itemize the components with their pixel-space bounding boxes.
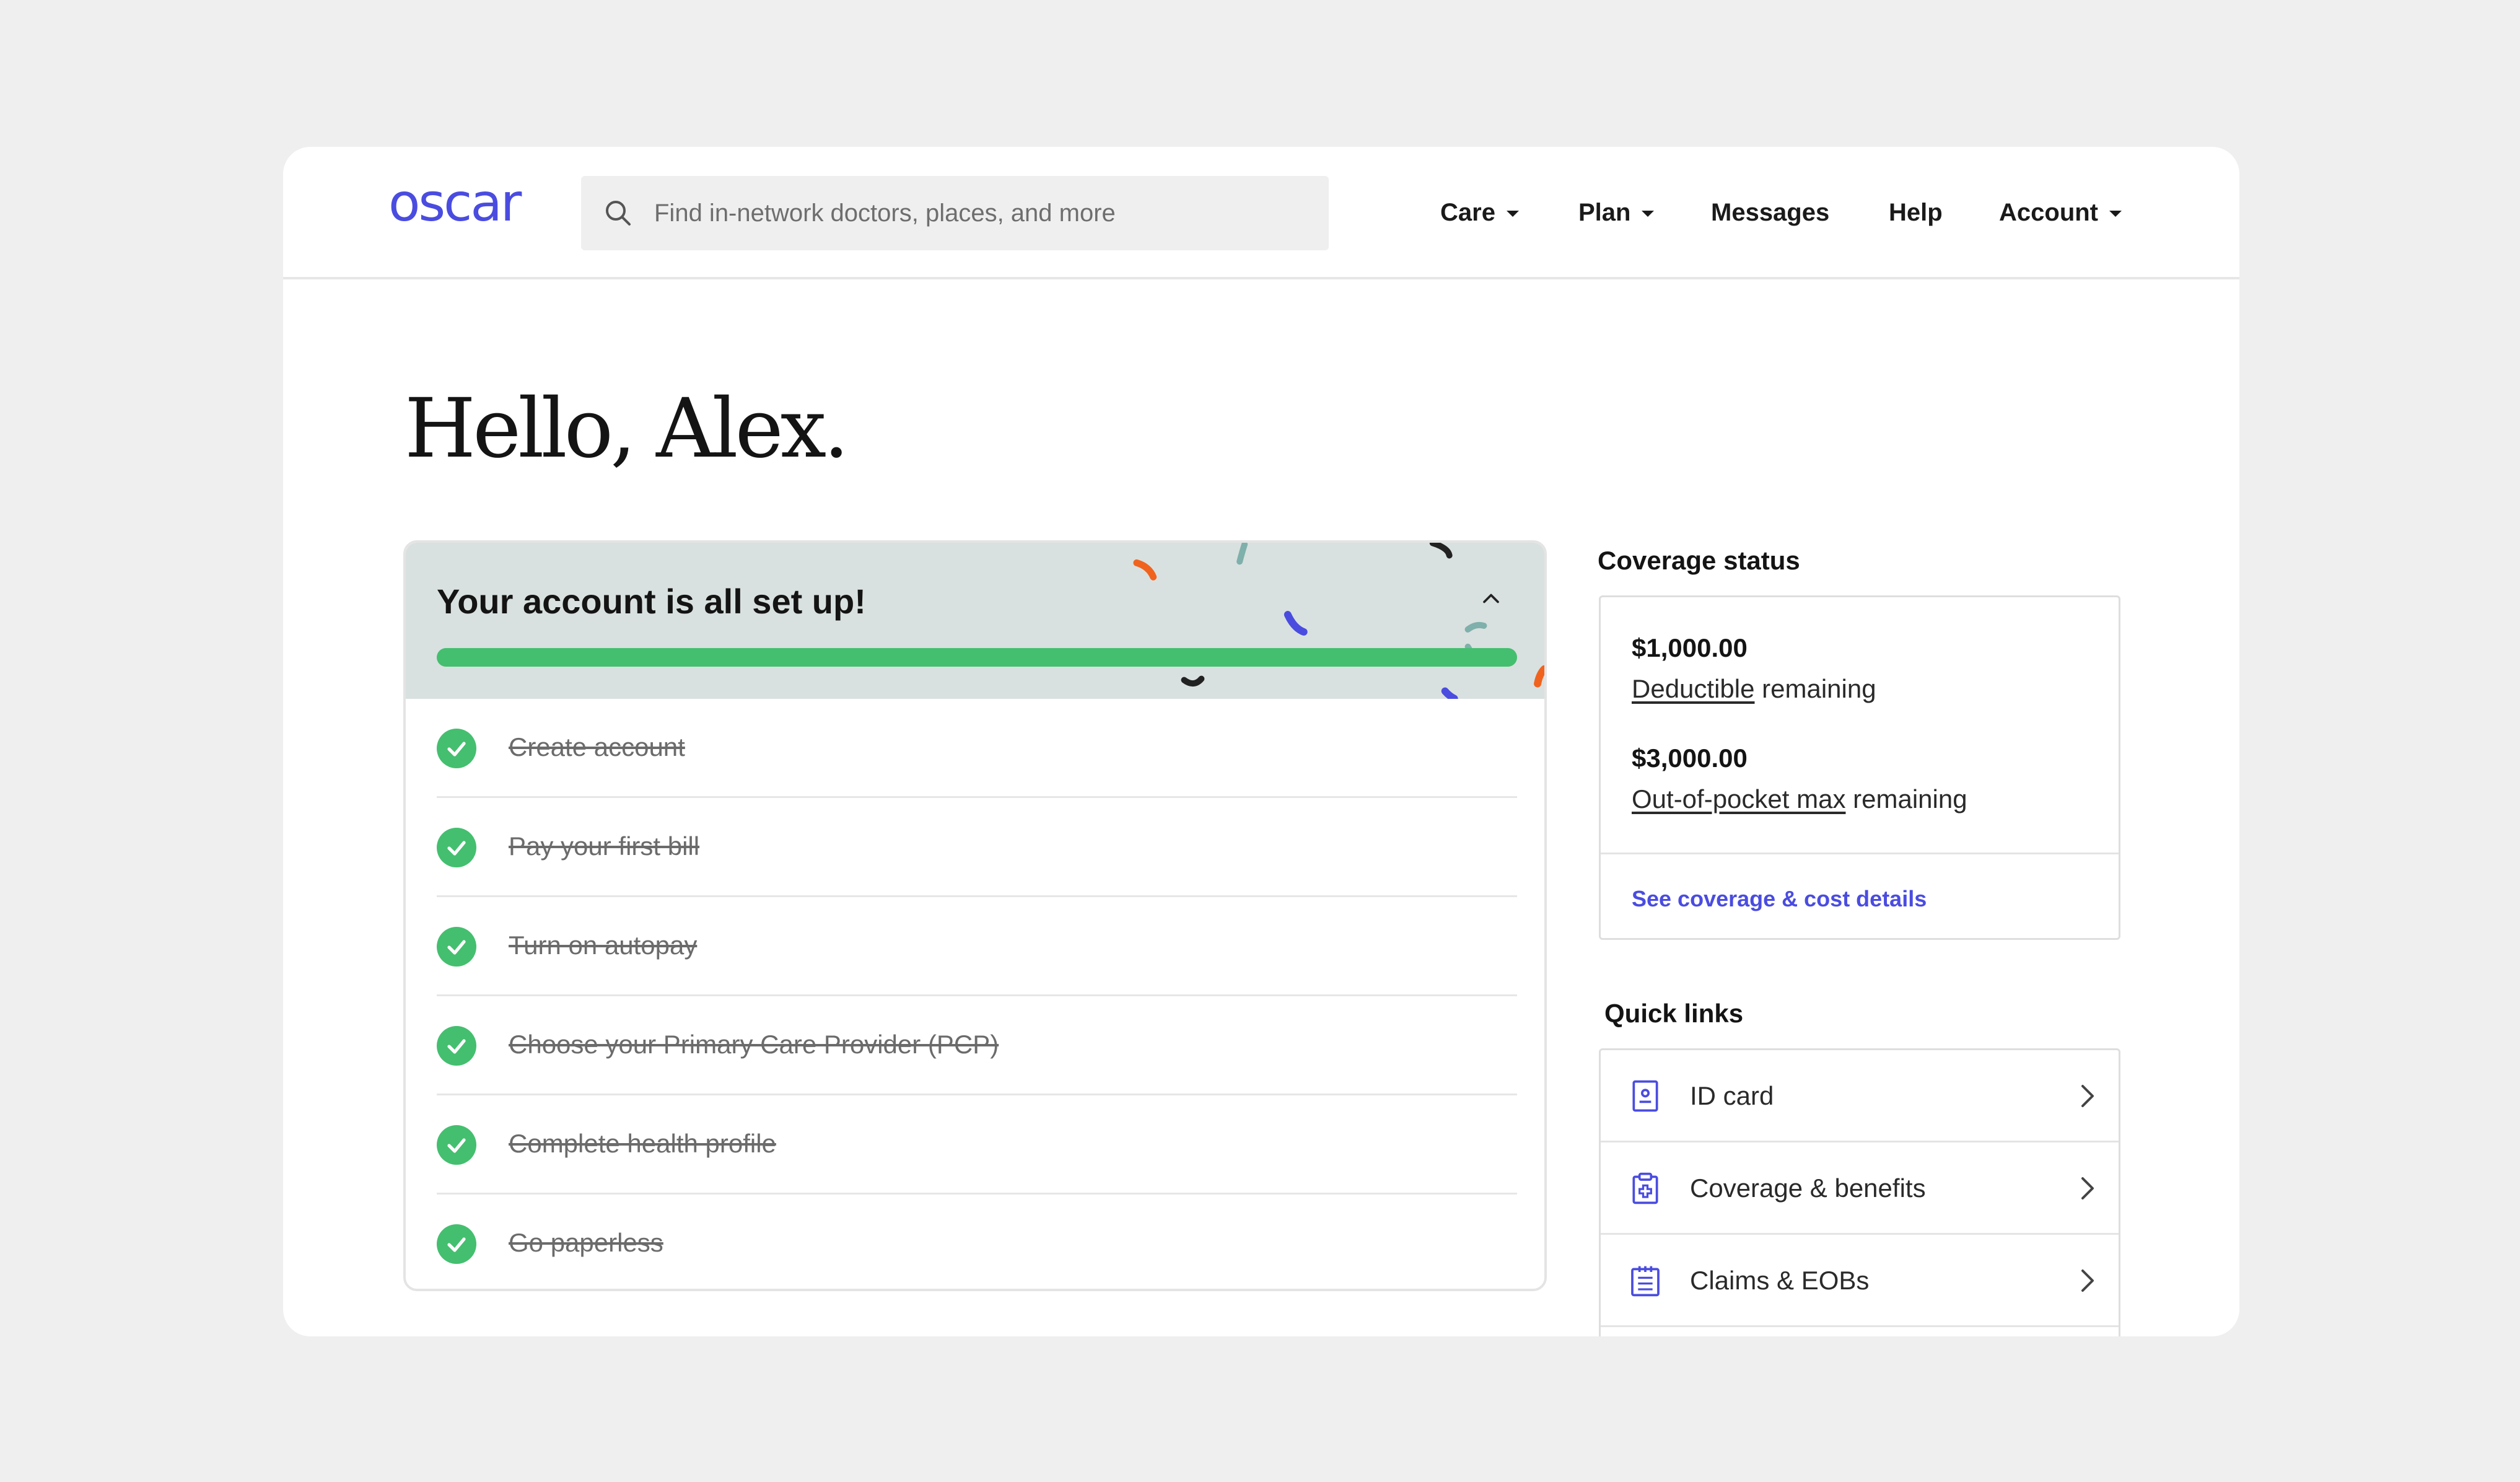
setup-task-item: Go paperless [437, 1195, 1517, 1289]
check-circle-icon [437, 1026, 476, 1066]
nav-care[interactable]: Care [1440, 198, 1519, 227]
page-greeting: Hello, Alex. [405, 381, 849, 476]
chevron-right-icon [2081, 1085, 2094, 1107]
coverage-status-card: $1,000.00 Deductible remaining $3,000.00… [1599, 595, 2120, 940]
setup-progress-bar [437, 648, 1517, 667]
setup-task-label: Turn on autopay [509, 931, 698, 960]
setup-task-item: Create account [437, 699, 1517, 798]
check-circle-icon [437, 1125, 476, 1165]
account-setup-panel: Your account is all set up! Create accou… [403, 540, 1547, 1291]
setup-task-label: Pay your first bill [509, 831, 700, 861]
setup-panel-header[interactable]: Your account is all set up! [406, 543, 1544, 699]
quick-link-claims-eobs[interactable]: Claims & EOBs [1601, 1235, 2119, 1327]
nav-plan[interactable]: Plan [1578, 198, 1655, 227]
setup-task-item: Turn on autopay [437, 897, 1517, 996]
nav-messages-label: Messages [1711, 199, 1830, 226]
setup-title: Your account is all set up! [437, 582, 866, 621]
deductible-suffix: remaining [1754, 674, 1876, 703]
chevron-up-icon[interactable] [1477, 585, 1505, 612]
oop-remaining: Out-of-pocket max remaining [1632, 784, 1967, 814]
setup-task-item: Choose your Primary Care Provider (PCP) [437, 996, 1517, 1095]
setup-task-list: Create account Pay your first bill Turn on… [437, 699, 1517, 1289]
quick-link-label: Claims & EOBs [1690, 1266, 1870, 1295]
nav-account[interactable]: Account [1999, 198, 2122, 227]
oscar-logo[interactable]: oscar [388, 177, 522, 229]
quick-links-list: ID card Coverage & benefits Claims & EOB… [1599, 1048, 2120, 1336]
setup-task-label: Create account [509, 732, 685, 761]
chevron-right-icon [2081, 1177, 2094, 1199]
id-card-icon [1632, 1080, 1658, 1112]
nav-help-label: Help [1889, 199, 1943, 226]
deductible-amount: $1,000.00 [1632, 633, 1748, 662]
calendar-list-icon [1631, 1266, 1660, 1297]
clipboard-plus-icon [1632, 1172, 1658, 1204]
quick-link-label: Coverage & benefits [1690, 1173, 1926, 1203]
quick-links-title: Quick links [1604, 999, 1744, 1028]
search-placeholder: Find in-network doctors, places, and mor… [654, 200, 1116, 227]
nav-care-label: Care [1440, 199, 1495, 226]
nav-account-label: Account [1999, 199, 2098, 226]
oop-max-link[interactable]: Out-of-pocket max [1632, 784, 1845, 813]
coverage-divider [1601, 853, 2119, 854]
oop-amount: $3,000.00 [1632, 743, 1748, 773]
coverage-title: Coverage status [1598, 546, 1800, 575]
coverage-details-link[interactable]: See coverage & cost details [1632, 886, 1927, 912]
quick-link-id-card[interactable]: ID card [1601, 1050, 2119, 1142]
search-icon [606, 201, 631, 226]
app-window: oscar Find in-network doctors, places, a… [283, 147, 2239, 1336]
setup-task-item: Pay your first bill [437, 798, 1517, 897]
nav-help[interactable]: Help [1889, 198, 1943, 227]
caret-down-icon [1506, 211, 1519, 217]
oop-suffix: remaining [1845, 784, 1967, 813]
deductible-remaining: Deductible remaining [1632, 674, 1876, 704]
quick-link-coverage-benefits[interactable]: Coverage & benefits [1601, 1142, 2119, 1235]
check-circle-icon [437, 828, 476, 867]
check-circle-icon [437, 729, 476, 768]
setup-task-label: Go paperless [509, 1228, 663, 1257]
quick-link-label: ID card [1690, 1081, 1774, 1110]
setup-task-label: Choose your Primary Care Provider (PCP) [509, 1030, 999, 1059]
caret-down-icon [2109, 211, 2122, 217]
check-circle-icon [437, 1224, 476, 1264]
setup-progress-fill [437, 648, 1517, 667]
setup-task-label: Complete health profile [509, 1129, 776, 1158]
chevron-right-icon [2081, 1269, 2094, 1292]
caret-down-icon [1642, 211, 1655, 217]
top-header: oscar Find in-network doctors, places, a… [283, 147, 2239, 279]
nav-messages[interactable]: Messages [1711, 198, 1829, 227]
check-circle-icon [437, 927, 476, 967]
setup-task-item: Complete health profile [437, 1095, 1517, 1195]
search-input[interactable]: Find in-network doctors, places, and mor… [581, 176, 1329, 250]
deductible-link[interactable]: Deductible [1632, 674, 1754, 703]
nav-plan-label: Plan [1578, 199, 1631, 226]
